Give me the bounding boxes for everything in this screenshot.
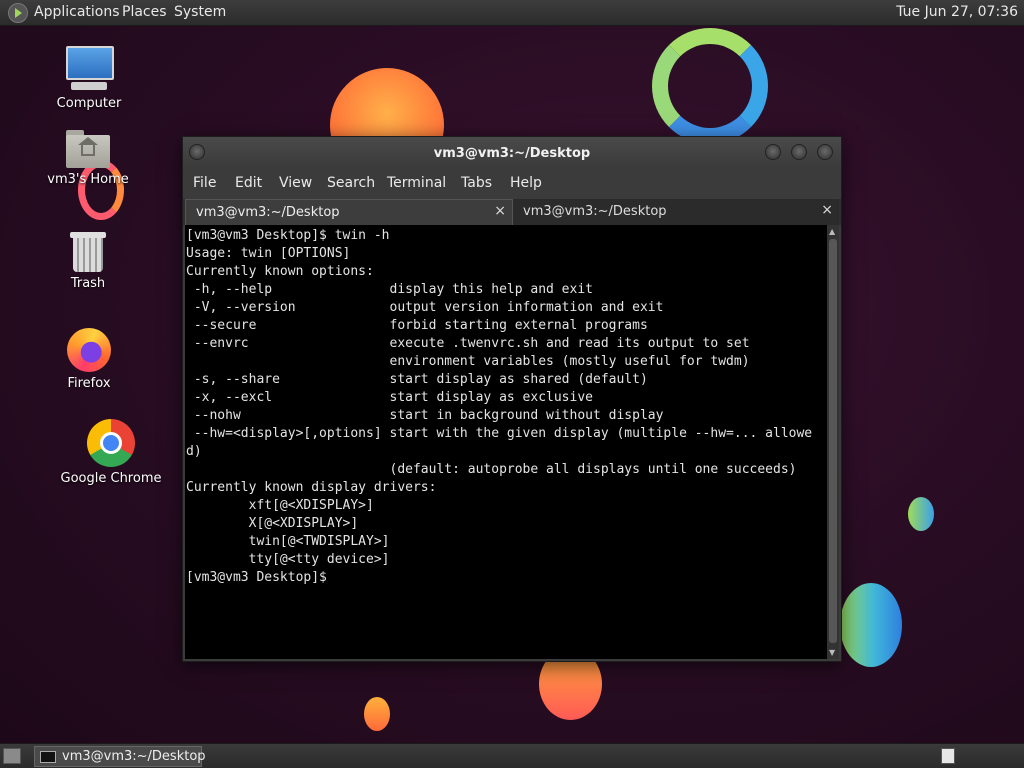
terminal-menubar: File Edit View Search Terminal Tabs Help — [183, 169, 841, 197]
close-tab-icon[interactable]: × — [494, 203, 506, 219]
workspace-switcher[interactable] — [941, 748, 955, 764]
minimize-icon[interactable] — [765, 144, 781, 160]
menu-edit[interactable]: Edit — [235, 175, 262, 191]
terminal-tabbar: vm3@vm3:~/Desktop × vm3@vm3:~/Desktop × — [183, 199, 841, 225]
terminal-output: [vm3@vm3 Desktop]$ twin -h Usage: twin [… — [186, 228, 813, 585]
scrollbar-thumb[interactable] — [829, 239, 837, 643]
terminal-tab-2[interactable]: vm3@vm3:~/Desktop × — [513, 199, 839, 225]
window-title: vm3@vm3:~/Desktop — [433, 146, 591, 161]
terminal-output-area[interactable]: [vm3@vm3 Desktop]$ twin -h Usage: twin [… — [185, 225, 827, 659]
terminal-tab-1[interactable]: vm3@vm3:~/Desktop × — [185, 199, 513, 225]
menu-search[interactable]: Search — [327, 175, 375, 191]
menu-file[interactable]: File — [193, 175, 216, 191]
wallpaper-small-blue-shape — [908, 497, 934, 531]
menu-tabs[interactable]: Tabs — [461, 175, 492, 191]
desktop-icon-label: Firefox — [67, 376, 111, 391]
scroll-up-icon[interactable]: ▲ — [829, 227, 835, 236]
menu-terminal[interactable]: Terminal — [387, 175, 446, 191]
desktop-icon-label: vm3's Home — [47, 172, 129, 187]
clock[interactable]: Tue Jun 27, 07:36 — [896, 4, 1018, 20]
terminal-window: vm3@vm3:~/Desktop File Edit View Search … — [182, 136, 842, 662]
firefox-icon — [67, 328, 111, 372]
desktop-icon-chrome[interactable]: Google Chrome — [51, 419, 171, 486]
desktop-icon-label: Computer — [56, 96, 122, 111]
home-folder-icon — [66, 130, 110, 168]
menu-view[interactable]: View — [279, 175, 312, 191]
desktop-icon-trash[interactable]: Trash — [28, 230, 148, 291]
system-menu[interactable]: System — [174, 4, 226, 20]
desktop-icon-label: Google Chrome — [60, 471, 162, 486]
desktop-icon-firefox[interactable]: Firefox — [29, 328, 149, 391]
distro-logo-icon[interactable] — [8, 3, 28, 23]
desktop-icon-computer[interactable]: Computer — [29, 46, 149, 111]
scroll-down-icon[interactable]: ▼ — [829, 648, 835, 657]
tab-label: vm3@vm3:~/Desktop — [196, 205, 340, 220]
maximize-icon[interactable] — [791, 144, 807, 160]
taskbar-item-label: vm3@vm3:~/Desktop — [62, 749, 206, 764]
applications-menu[interactable]: Applications — [34, 4, 120, 20]
chrome-icon — [87, 419, 135, 467]
taskbar-item-terminal[interactable]: vm3@vm3:~/Desktop — [34, 746, 206, 767]
show-desktop-icon[interactable] — [3, 748, 21, 764]
top-panel: Applications Places System Tue Jun 27, 0… — [0, 0, 1024, 26]
close-window-icon[interactable] — [817, 144, 833, 160]
terminal-scrollbar[interactable]: ▲ ▼ — [827, 225, 839, 659]
window-titlebar[interactable]: vm3@vm3:~/Desktop — [183, 137, 841, 169]
desktop-icon-label: Trash — [70, 276, 106, 291]
wallpaper-orange-dot — [364, 697, 390, 731]
wallpaper-blue-egg — [840, 583, 902, 667]
bottom-panel: vm3@vm3:~/Desktop — [0, 743, 1024, 768]
terminal-icon — [40, 751, 56, 763]
trash-icon — [70, 230, 106, 272]
wallpaper-ring-shape — [652, 28, 768, 144]
tab-label: vm3@vm3:~/Desktop — [523, 204, 667, 219]
close-tab-icon[interactable]: × — [821, 202, 833, 218]
places-menu[interactable]: Places — [122, 4, 167, 20]
menu-help[interactable]: Help — [510, 175, 542, 191]
computer-icon — [65, 46, 114, 92]
desktop-icon-home[interactable]: vm3's Home — [28, 130, 148, 187]
